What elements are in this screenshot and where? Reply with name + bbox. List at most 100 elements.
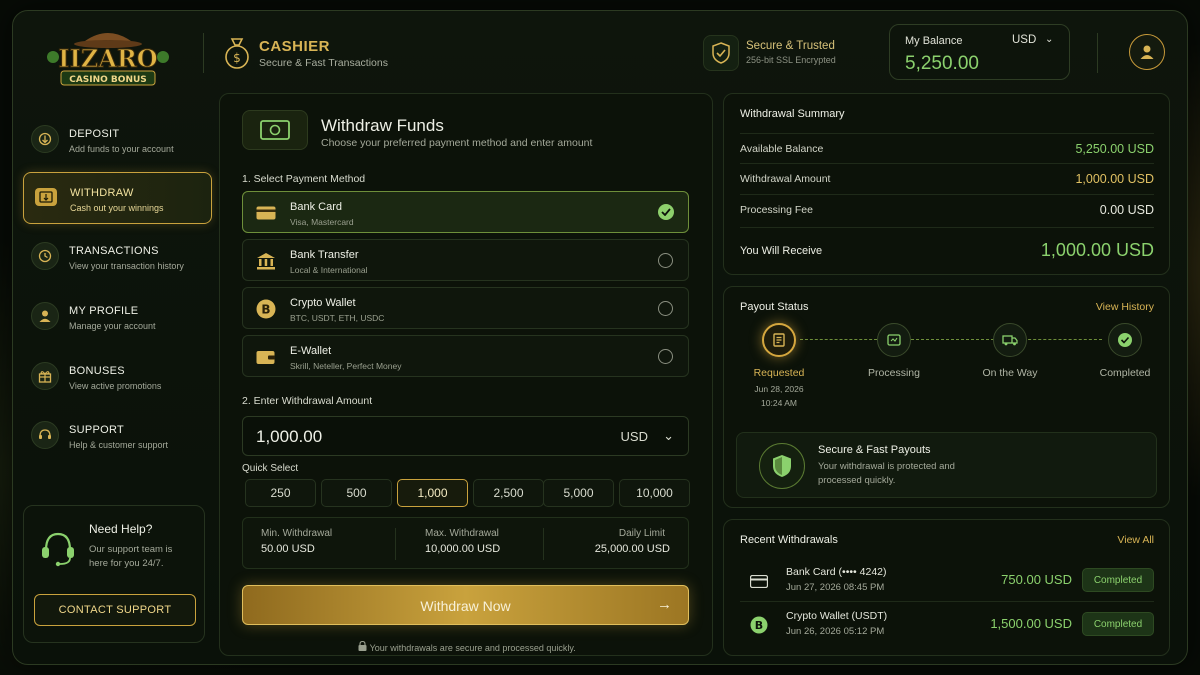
payment-method-bank-card[interactable]: Bank Card Visa, Mastercard [242, 191, 689, 233]
withdrawal-summary-card: Withdrawal Summary Available Balance 5,2… [723, 93, 1170, 275]
check-circle-icon [1108, 323, 1142, 357]
shield-check-icon [703, 35, 739, 71]
sidebar-item-subtitle: View your transaction history [69, 261, 184, 271]
shield-icon [759, 443, 805, 489]
user-icon[interactable] [1129, 34, 1165, 70]
sidebar-item-title: BONUSES [69, 365, 125, 377]
svg-text:$: $ [233, 51, 241, 65]
sidebar-item-withdraw[interactable]: WITHDRAW Cash out your winnings [23, 172, 212, 224]
withdraw-now-button[interactable]: Withdraw Now → [242, 585, 689, 625]
sidebar-item-support[interactable]: SUPPORT Help & customer support [23, 410, 212, 462]
payment-method-subtitle: Local & International [290, 265, 368, 275]
secure-note-text: Your withdrawals are secure and processe… [369, 643, 576, 653]
sidebar-item-deposit[interactable]: DEPOSIT Add funds to your account [23, 114, 212, 166]
view-history-link[interactable]: View History [1096, 301, 1154, 313]
step-label: Requested [753, 367, 805, 379]
limit-label: Daily Limit [618, 528, 665, 539]
currency-select[interactable]: USD [1012, 34, 1036, 46]
receipt-icon [762, 323, 796, 357]
radio-button[interactable] [658, 301, 673, 316]
credit-card-icon [750, 572, 768, 590]
quick-amount-button[interactable]: 250 [245, 479, 316, 507]
secure-title: Secure & Trusted [746, 40, 835, 52]
radio-button[interactable] [658, 349, 673, 364]
secure-payout-info: Secure & Fast Payouts Your withdrawal is… [736, 432, 1157, 498]
recent-withdrawal-amount: 1,500.00 USD [990, 616, 1072, 631]
header-divider [1097, 33, 1098, 73]
payment-method-title: Crypto Wallet [290, 297, 356, 309]
quick-amount-button[interactable]: 2,500 [473, 479, 544, 507]
bitcoin-icon: B [255, 298, 277, 320]
radio-button[interactable] [658, 253, 673, 268]
wallet-icon [255, 346, 277, 368]
status-badge: Completed [1082, 568, 1154, 592]
summary-value: 0.00 USD [1099, 203, 1154, 217]
logo-graphic: IIZARO CASINO BONUS [47, 33, 169, 86]
header: IIZARO CASINO BONUS $ CASHIER Secure & F… [13, 11, 1187, 93]
quick-amount-button[interactable]: 10,000 [619, 479, 690, 507]
help-text: Our support team is here for you 24/7. [89, 544, 173, 569]
sidebar-item-subtitle: Add funds to your account [69, 144, 174, 154]
payout-step-requested: Requested Jun 28, 2026 10:24 AM [739, 323, 819, 410]
sidebar-item-transactions[interactable]: TRANSACTIONS View your transaction histo… [23, 231, 212, 283]
payment-method-crypto-wallet[interactable]: B Crypto Wallet BTC, USDT, ETH, USDC [242, 287, 689, 329]
chevron-down-icon[interactable]: ⌄ [1045, 34, 1053, 45]
processing-icon [877, 323, 911, 357]
payment-method-subtitle: BTC, USDT, ETH, USDC [290, 313, 385, 323]
recent-withdrawal-title: Bank Card (•••• 4242) [786, 566, 887, 578]
quick-select-label: Quick Select [242, 463, 299, 474]
recent-withdrawals-card: Recent Withdrawals View All Bank Card (•… [723, 519, 1170, 656]
withdraw-panel: Withdraw Funds Choose your preferred pay… [219, 93, 713, 656]
credit-card-icon [255, 202, 277, 224]
recent-withdrawal-date: Jun 26, 2026 05:12 PM [786, 626, 885, 637]
sidebar-item-title: SUPPORT [69, 424, 125, 436]
limit-daily: Daily Limit 25,000.00 USD [243, 528, 670, 555]
secure-payout-title: Secure & Fast Payouts [818, 444, 931, 456]
step-label: Processing [868, 367, 920, 379]
lock-icon [358, 640, 369, 653]
amount-input[interactable]: 1,000.00 USD ⌄ [242, 416, 689, 456]
page-title: CASHIER [259, 38, 331, 55]
payout-step-processing: Processing [854, 323, 934, 379]
step-date: Jun 28, 2026 10:24 AM [739, 382, 819, 410]
quick-amount-button[interactable]: 500 [321, 479, 392, 507]
payment-method-bank-transfer[interactable]: Bank Transfer Local & International [242, 239, 689, 281]
withdrawal-limits: Min. Withdrawal 50.00 USD Max. Withdrawa… [242, 517, 689, 569]
limit-value: 25,000.00 USD [594, 543, 670, 555]
check-icon [658, 204, 674, 220]
amount-value[interactable]: 1,000.00 [256, 427, 322, 447]
step-label: Completed [1099, 367, 1151, 379]
summary-value: 5,250.00 USD [1075, 142, 1154, 156]
payment-method-subtitle: Skrill, Neteller, Perfect Money [290, 361, 402, 371]
sidebar-item-title: MY PROFILE [69, 305, 139, 317]
amount-currency-select[interactable]: USD [621, 429, 648, 444]
payment-method-title: Bank Transfer [290, 249, 359, 261]
balance-widget[interactable]: My Balance USD ⌄ 5,250.00 [889, 24, 1070, 80]
quick-amount-button[interactable]: 5,000 [543, 479, 614, 507]
summary-label: Withdrawal Amount [740, 173, 831, 185]
headset-icon [31, 421, 59, 449]
recent-withdrawal-row[interactable]: B Crypto Wallet (USDT) Jun 26, 2026 05:1… [740, 604, 1154, 646]
payout-step-completed: Completed [1085, 323, 1165, 379]
recent-title: Recent Withdrawals [740, 534, 838, 546]
payment-method-label: 1. Select Payment Method [242, 173, 366, 185]
withdraw-subtitle: Choose your preferred payment method and… [321, 137, 593, 149]
brand-logo[interactable]: IIZARO CASINO BONUS [35, 27, 181, 97]
sidebar-item-subtitle: Cash out your winnings [70, 203, 164, 213]
sidebar-item-title: TRANSACTIONS [69, 245, 159, 257]
quick-amount-button[interactable]: 1,000 [397, 479, 468, 507]
amount-label: 2. Enter Withdrawal Amount [242, 395, 373, 407]
recent-withdrawal-row[interactable]: Bank Card (•••• 4242) Jun 27, 2026 08:45… [740, 560, 1154, 602]
money-bag-icon: $ [223, 35, 251, 69]
svg-text:B: B [261, 303, 270, 317]
page-subtitle: Secure & Fast Transactions [259, 57, 388, 69]
payment-method-e-wallet[interactable]: E-Wallet Skrill, Neteller, Perfect Money [242, 335, 689, 377]
chevron-down-icon[interactable]: ⌄ [663, 428, 674, 444]
sidebar-item-profile[interactable]: MY PROFILE Manage your account [23, 291, 212, 343]
summary-title: Withdrawal Summary [740, 108, 845, 120]
sidebar-item-bonuses[interactable]: BONUSES View active promotions [23, 351, 212, 403]
header-divider [203, 33, 204, 73]
contact-support-button[interactable]: CONTACT SUPPORT [34, 594, 196, 626]
withdraw-icon [35, 188, 57, 206]
view-all-link[interactable]: View All [1117, 534, 1154, 546]
